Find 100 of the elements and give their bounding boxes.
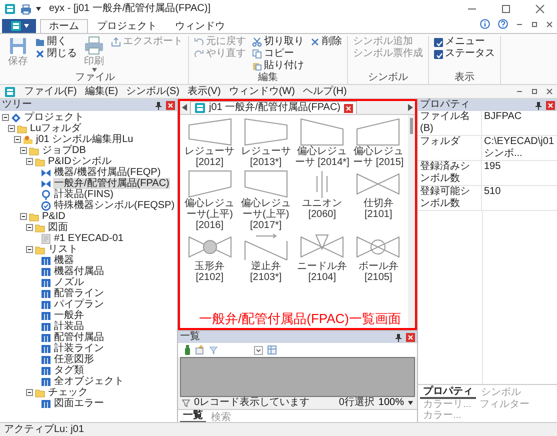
ribbon-button[interactable]: 削除 — [309, 36, 343, 48]
filter-row-icon[interactable] — [209, 345, 219, 355]
zoom-dropdown[interactable]: 100% — [378, 397, 413, 409]
eccentric-reducer-drawing[interactable] — [354, 118, 402, 146]
tree-item[interactable]: 一般弁 — [53, 310, 85, 321]
close-icon[interactable] — [546, 20, 553, 28]
tree-item[interactable]: #1 EYECAD-01 — [53, 233, 124, 244]
tree-item[interactable]: 一般弁/配管付属品(FPAC) — [53, 178, 170, 189]
tree-item[interactable]: Luフォルダ — [29, 123, 82, 134]
table-icon — [41, 376, 51, 386]
tree-item[interactable]: 全オブジェクト — [53, 376, 125, 387]
menu-item[interactable]: ヘルプ(H) — [302, 86, 347, 98]
tree-item[interactable]: 図面 — [47, 222, 69, 233]
collapse-toggle[interactable] — [26, 389, 33, 396]
menu-item[interactable]: ファイル(F) — [24, 86, 77, 98]
pin-icon[interactable] — [395, 332, 402, 342]
property-value: 510 — [483, 186, 502, 199]
scroll-right-icon[interactable] — [408, 104, 413, 111]
document-tab[interactable]: j01 一般弁/配管付属品(FPAC) — [190, 101, 356, 114]
tree-item[interactable]: 特殊機器シンボル(FEQSP) — [53, 200, 176, 211]
tree-item[interactable]: 機器付属品 — [53, 266, 105, 277]
reducer-drawing[interactable] — [242, 118, 290, 146]
close-icon[interactable] — [535, 4, 545, 14]
collapse-toggle[interactable] — [26, 224, 33, 231]
tree-item[interactable]: P&ID — [41, 211, 66, 222]
folder-icon — [17, 124, 27, 134]
minimize-icon[interactable] — [516, 88, 523, 95]
table-icon — [41, 278, 51, 288]
tree-item[interactable]: タグ類 — [53, 365, 85, 376]
tree-item[interactable]: ジョブDB — [41, 145, 87, 156]
pin-icon[interactable] — [535, 100, 542, 110]
ribbon-tab[interactable]: プロジェクト — [88, 19, 166, 33]
window-title: eyx - [j01 一般弁/配管付属品(FPAC)] — [49, 3, 210, 15]
menu-item[interactable]: ウィンドウ(W) — [228, 86, 295, 98]
tree-item[interactable]: 計装ライン — [53, 343, 105, 354]
collapse-toggle[interactable] — [26, 158, 33, 165]
tree-item[interactable]: チェック — [47, 387, 89, 398]
filter-icon[interactable] — [182, 399, 190, 407]
maximize-icon[interactable] — [531, 88, 538, 95]
annotation-caption: 一般弁/配管付属品(FPAC)一覧画面 — [199, 311, 401, 326]
tree-item[interactable]: 計装品 — [53, 321, 85, 332]
collapse-toggle[interactable] — [20, 213, 27, 220]
info-icon[interactable] — [480, 19, 490, 29]
tree-item[interactable]: リスト — [47, 244, 79, 255]
property-name: 登録済みシンボル数 — [418, 161, 482, 185]
ribbon-button[interactable]: 貼り付け — [251, 60, 305, 72]
ribbon-button[interactable]: 切り取り — [251, 36, 305, 48]
tree-item[interactable]: 機器 — [53, 255, 75, 266]
collapse-toggle[interactable] — [14, 136, 21, 143]
maximize-icon[interactable] — [531, 20, 538, 28]
close-icon[interactable] — [546, 88, 553, 95]
scroll-left-icon[interactable] — [182, 104, 187, 111]
tree-item[interactable]: パイプラン — [53, 299, 105, 310]
dropdown-caret-icon[interactable] — [36, 7, 41, 11]
app-menu-button[interactable] — [2, 19, 36, 33]
bottle-icon[interactable] — [184, 345, 191, 355]
collapse-toggle[interactable] — [8, 125, 15, 132]
ribbon-button[interactable]: 閉じる — [34, 48, 78, 60]
printer-icon[interactable] — [20, 4, 32, 14]
eccentric-reducer-drawing[interactable] — [242, 170, 290, 198]
symbol-label: 偏心レジューサ(上平) [2017*] — [240, 198, 292, 231]
collapse-toggle[interactable] — [26, 246, 33, 253]
tree-item[interactable]: 図面エラー — [53, 398, 105, 409]
collapse-toggle[interactable] — [20, 147, 27, 154]
grid-settings-icon[interactable] — [267, 345, 277, 355]
eccentric-reducer-drawing[interactable] — [298, 118, 346, 146]
ribbon-tab[interactable]: ウィンドウ — [166, 19, 234, 33]
panel-tab[interactable]: プロパティ — [420, 386, 476, 399]
property-value: BJFPAC — [483, 111, 523, 124]
symbol-label: ボール弁 [2105] — [357, 261, 400, 283]
tree-item[interactable]: ノズル — [53, 277, 85, 288]
checkbox[interactable] — [434, 38, 443, 46]
tree-item[interactable]: 計装品(FINS) — [53, 189, 114, 200]
tree-item[interactable]: j01 シンボル編集用Lu — [35, 134, 134, 145]
ribbon-button[interactable]: 開く — [34, 36, 78, 48]
pin-icon[interactable] — [155, 100, 162, 110]
menu-item[interactable]: 表示(V) — [187, 86, 221, 98]
maximize-icon[interactable] — [501, 4, 511, 14]
tree-item[interactable]: 配管付属品 — [53, 332, 105, 343]
ribbon-button[interactable]: コピー — [251, 48, 305, 60]
tree-item[interactable]: プロジェクト — [23, 112, 85, 123]
record-count: 0レコード表示しています — [194, 397, 310, 409]
tree-item[interactable]: 機器/機器付属品(FEQP) — [53, 167, 162, 178]
checkbox[interactable] — [434, 50, 443, 58]
menu-item[interactable]: シンボル(S) — [126, 86, 180, 98]
tree-item[interactable]: 任意図形 — [53, 354, 95, 365]
menu-item[interactable]: 編集(E) — [84, 86, 118, 98]
check-valve-drawing[interactable] — [242, 233, 290, 261]
tree-item[interactable]: P&IDシンボル — [47, 156, 112, 167]
reducer-drawing[interactable] — [186, 118, 234, 146]
ribbon-tab[interactable]: ホーム — [40, 19, 88, 33]
eccentric-reducer-drawing[interactable] — [186, 170, 234, 198]
scrollbar[interactable] — [408, 115, 415, 328]
status-text: アクティブLu: j01 — [4, 424, 84, 436]
collapse-toggle[interactable] — [2, 114, 9, 121]
tree-item[interactable]: 配管ライン — [53, 288, 105, 299]
selection-count: 0行選択 — [338, 397, 374, 409]
help-icon[interactable] — [498, 19, 508, 29]
symbol-label: 偏心レジューサ(上平) [2016] — [184, 198, 236, 231]
dropdown-icon[interactable] — [254, 346, 263, 354]
